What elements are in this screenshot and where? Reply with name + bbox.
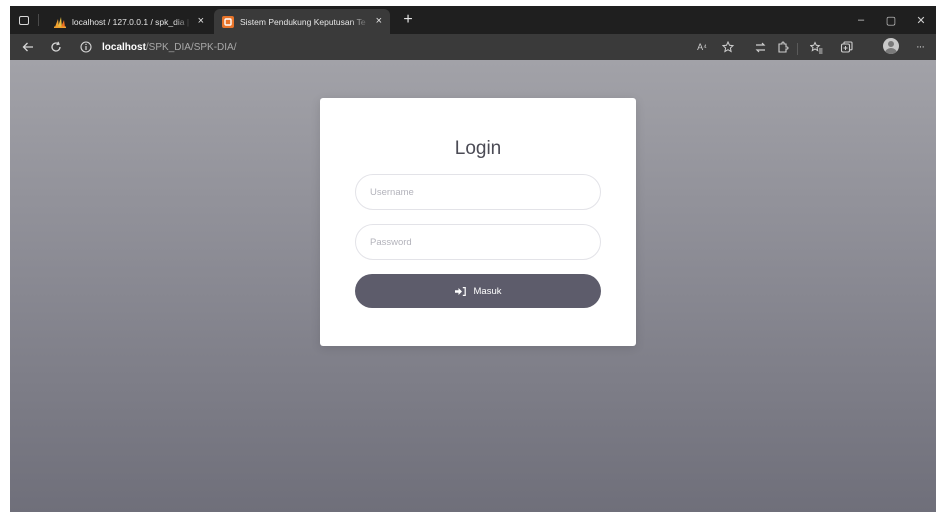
profile-avatar[interactable]	[883, 38, 899, 54]
back-arrow-icon	[22, 42, 33, 52]
url-host: localhost	[102, 41, 146, 53]
star-add-icon	[721, 40, 734, 52]
site-favicon-icon	[222, 15, 234, 28]
tab-phpmyadmin[interactable]: localhost / 127.0.0.1 / spk_dia | p ×	[46, 9, 212, 34]
login-submit-label: Masuk	[473, 285, 502, 297]
tab-strip: localhost / 127.0.0.1 / spk_dia | p × Si…	[10, 6, 936, 34]
toolbar-divider	[797, 43, 798, 55]
read-aloud-icon[interactable]: A⁴	[692, 37, 712, 57]
tab-close-icon[interactable]: ×	[376, 16, 382, 27]
back-button[interactable]	[18, 37, 38, 57]
collections-icon[interactable]	[836, 37, 856, 57]
sync-icon[interactable]	[750, 37, 770, 57]
phpmyadmin-icon	[54, 16, 66, 28]
tab-title: Sistem Pendukung Keputusan Te	[240, 16, 366, 27]
tab-close-icon[interactable]: ×	[198, 16, 204, 27]
restore-button[interactable]: ▢	[876, 6, 906, 34]
refresh-button[interactable]	[46, 37, 66, 57]
favorites-icon[interactable]	[806, 37, 826, 57]
info-icon	[80, 41, 92, 53]
minimize-button[interactable]: –	[846, 6, 876, 34]
login-submit-button[interactable]: Masuk	[355, 274, 601, 308]
close-window-button[interactable]: ✕	[906, 6, 936, 34]
tab-actions-icon	[19, 15, 29, 25]
extensions-icon[interactable]	[772, 37, 792, 57]
tab-sistem-pendukung[interactable]: Sistem Pendukung Keputusan Te ×	[214, 9, 390, 34]
login-title: Login	[454, 138, 502, 159]
username-placeholder: Username	[370, 186, 414, 198]
add-favorite-button[interactable]	[718, 37, 738, 57]
tab-title: localhost / 127.0.0.1 / spk_dia | p	[72, 16, 192, 27]
sign-in-icon	[454, 286, 466, 296]
username-input[interactable]: Username	[355, 174, 601, 210]
browser-window: localhost / 127.0.0.1 / spk_dia | p × Si…	[10, 6, 936, 512]
refresh-icon	[51, 41, 61, 52]
password-input[interactable]: Password	[355, 224, 601, 260]
password-placeholder: Password	[370, 236, 412, 248]
more-menu-icon[interactable]: ···	[910, 37, 930, 57]
address-bar[interactable]: localhost/SPK_DIA/SPK-DIA/	[80, 37, 560, 57]
tab-divider	[38, 14, 39, 26]
page-content: Login Username Password Masuk	[10, 60, 936, 512]
tab-actions-button[interactable]	[16, 12, 32, 28]
new-tab-button[interactable]: +	[398, 10, 418, 30]
url-path: /SPK_DIA/SPK-DIA/	[145, 41, 237, 53]
login-card: Login Username Password Masuk	[320, 98, 636, 346]
browser-toolbar: localhost/SPK_DIA/SPK-DIA/ A⁴ ···	[10, 34, 936, 60]
